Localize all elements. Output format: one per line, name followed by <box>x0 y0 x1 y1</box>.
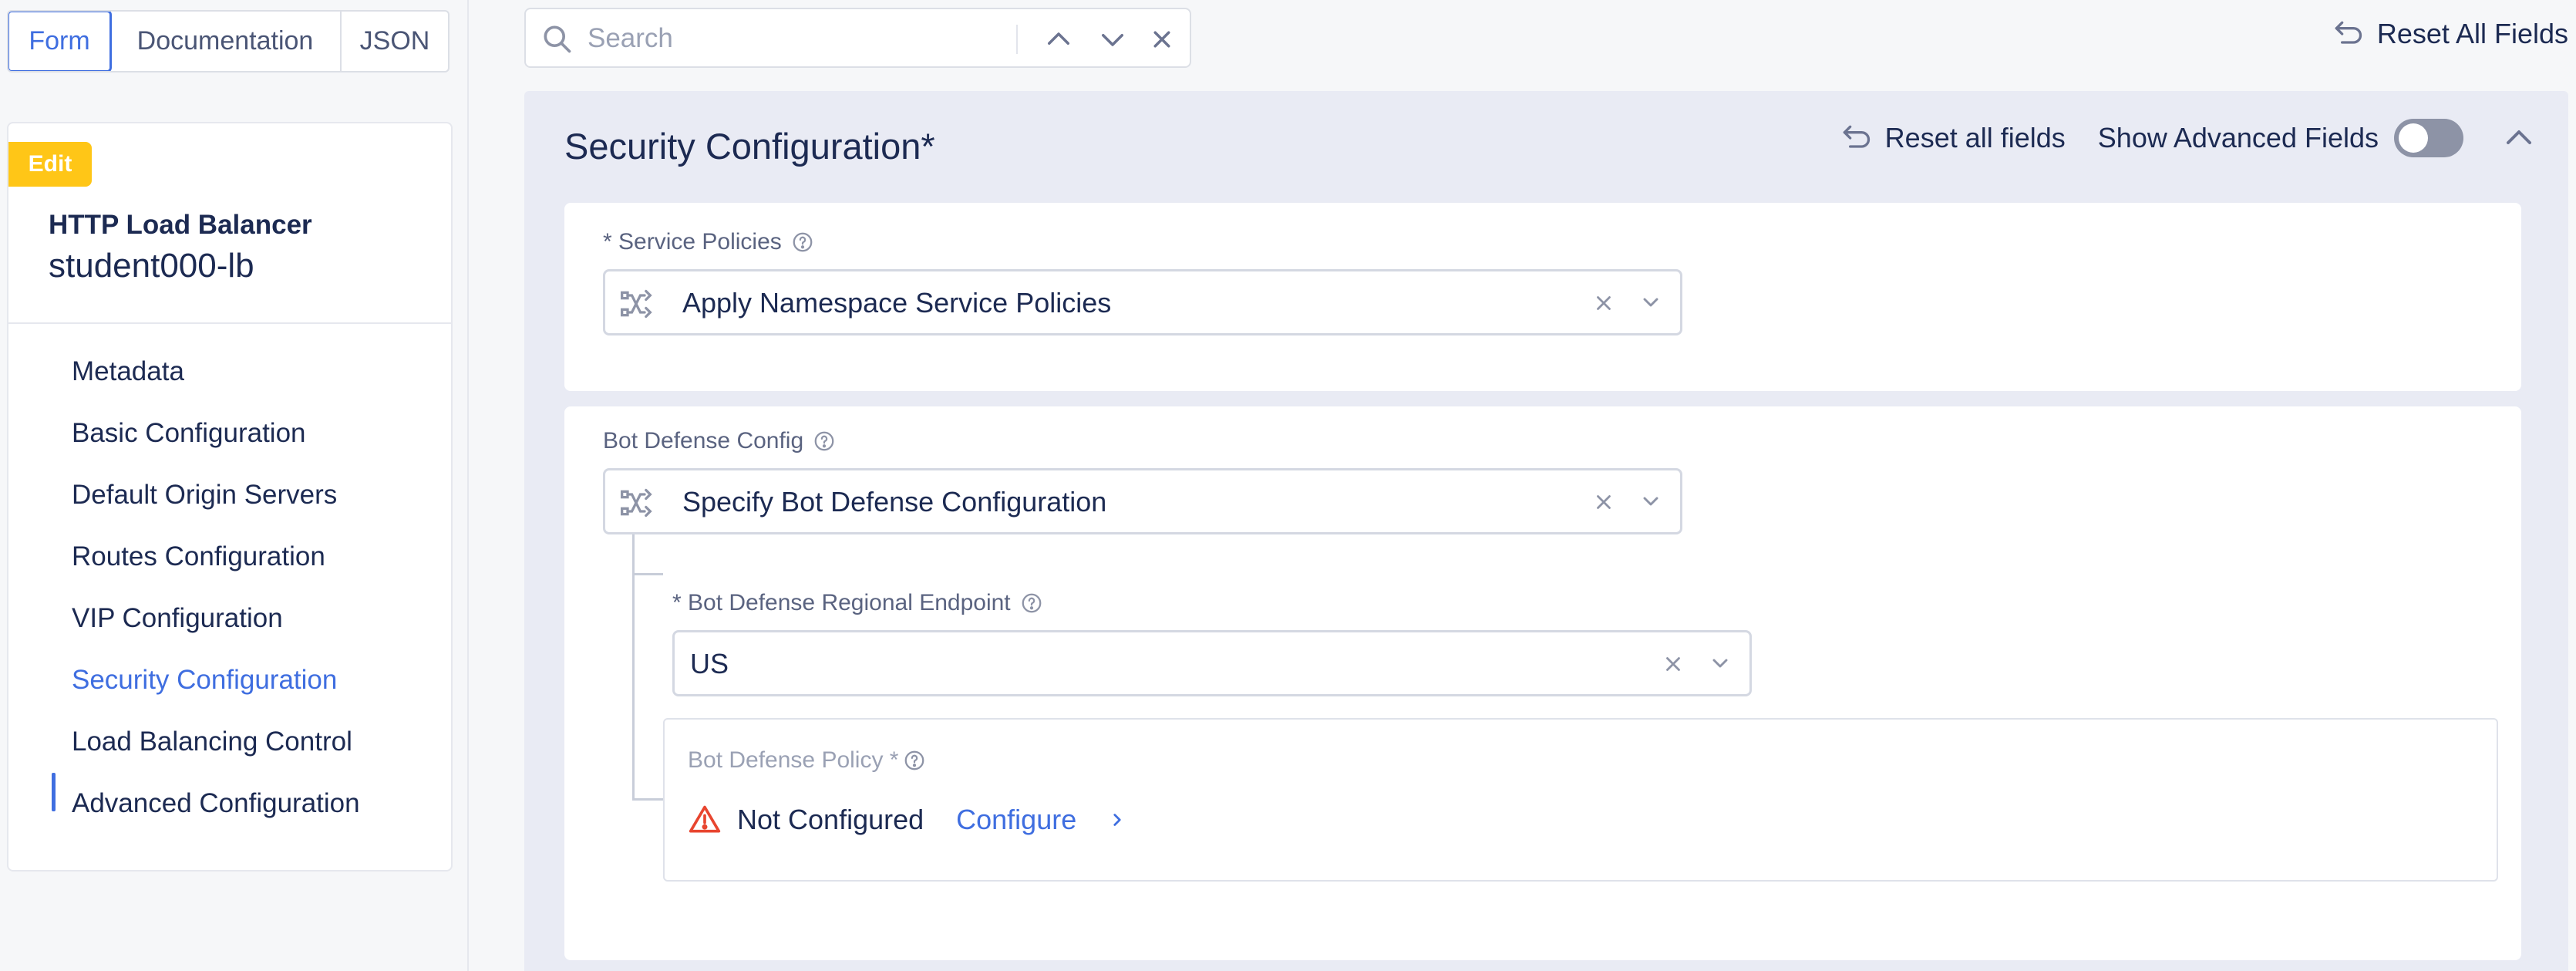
undo-icon <box>2335 21 2362 44</box>
policy-status-row: Not Configured Configure <box>688 803 1127 837</box>
bot-defense-label: Bot Defense Config <box>603 428 804 453</box>
warning-icon <box>689 805 721 833</box>
configure-link[interactable]: Configure <box>956 804 1127 836</box>
chevron-down-icon[interactable] <box>1638 489 1663 514</box>
close-icon[interactable] <box>1146 23 1178 56</box>
help-icon[interactable] <box>813 430 836 453</box>
tree-connector <box>632 573 663 575</box>
view-tabs: Form Documentation JSON <box>7 10 450 72</box>
panel-title-text: Security Configuration <box>564 126 921 167</box>
search-input[interactable] <box>588 20 973 57</box>
policy-label-row: Bot Defense Policy * <box>688 747 926 774</box>
reset-all-fields-label: Reset All Fields <box>2376 18 2568 49</box>
tab-json[interactable]: JSON <box>342 12 448 71</box>
panel-actions: Reset all fields Show Advanced Fields <box>1839 119 2537 157</box>
shuffle-icon <box>621 289 652 319</box>
endpoint-select[interactable]: US <box>672 630 1752 696</box>
policy-status: Not Configured <box>737 804 924 835</box>
object-type: HTTP Load Balancer <box>49 210 312 240</box>
nav-item-advanced-configuration[interactable]: Advanced Configuration <box>72 788 360 819</box>
app-root: Form Documentation JSON Edit HTTP Load B… <box>0 0 2576 971</box>
help-icon[interactable] <box>791 231 814 254</box>
policy-label: Bot Defense Policy * <box>688 747 899 773</box>
nav-item-security-configuration[interactable]: Security Configuration <box>72 665 337 696</box>
chevron-down-icon[interactable] <box>1638 290 1663 315</box>
reset-section-fields-button[interactable]: Reset all fields <box>1839 121 2066 155</box>
nav-item-metadata[interactable]: Metadata <box>72 356 184 387</box>
endpoint-label: * Bot Defense Regional Endpoint <box>672 590 1011 615</box>
undo-icon <box>1843 125 1870 148</box>
bot-defense-label-row: Bot Defense Config <box>603 428 836 454</box>
clear-icon[interactable] <box>1592 292 1615 315</box>
endpoint-label-row: * Bot Defense Regional Endpoint <box>672 590 1043 616</box>
bot-defense-section: Bot Defense Config Specify Bot Defense C… <box>564 406 2521 960</box>
chevron-down-icon[interactable] <box>1708 651 1732 676</box>
shuffle-icon <box>621 488 652 518</box>
clear-icon[interactable] <box>1592 491 1615 514</box>
tree-connector <box>632 798 663 801</box>
help-icon[interactable] <box>903 749 926 772</box>
search-icon <box>544 25 571 53</box>
nav-item-vip-configuration[interactable]: VIP Configuration <box>72 603 283 634</box>
nav-item-basic-configuration[interactable]: Basic Configuration <box>72 418 306 449</box>
nav-active-indicator <box>52 773 56 811</box>
service-policies-value: Apply Namespace Service Policies <box>682 287 1112 319</box>
edit-badge: Edit <box>8 142 92 187</box>
nav-item-load-balancing-control[interactable]: Load Balancing Control <box>72 727 352 757</box>
reset-section-fields-label: Reset all fields <box>1884 122 2066 153</box>
advanced-fields-toggle[interactable] <box>2394 119 2463 157</box>
service-policies-section: * Service Policies Apply Namespace Servi… <box>564 203 2521 391</box>
bot-defense-select[interactable]: Specify Bot Defense Configuration <box>603 468 1682 534</box>
chevron-down-icon[interactable] <box>1096 23 1129 56</box>
reset-all-fields-button[interactable]: Reset All Fields <box>2331 17 2568 51</box>
advanced-fields-label: Show Advanced Fields <box>2097 122 2379 153</box>
search-bar <box>524 8 1191 68</box>
tab-documentation[interactable]: Documentation <box>110 12 342 71</box>
collapse-chevron-up-icon[interactable] <box>2500 120 2537 157</box>
object-name: student000-lb <box>49 247 254 285</box>
panel-title: Security Configuration* <box>564 125 935 167</box>
bot-defense-value: Specify Bot Defense Configuration <box>682 486 1107 518</box>
toggle-knob <box>2399 123 2428 153</box>
nav-item-default-origin-servers[interactable]: Default Origin Servers <box>72 480 337 511</box>
tab-form[interactable]: Form <box>8 12 112 71</box>
bot-defense-policy-box: Bot Defense Policy * Not Configured Conf… <box>663 718 2498 882</box>
security-configuration-panel: Security Configuration* Reset all fields… <box>524 91 2568 971</box>
service-policies-select[interactable]: Apply Namespace Service Policies <box>603 269 1682 335</box>
chevron-up-icon[interactable] <box>1042 23 1075 56</box>
required-mark: * <box>921 126 935 167</box>
left-rail: Form Documentation JSON Edit HTTP Load B… <box>0 0 469 971</box>
endpoint-value: US <box>690 648 729 679</box>
object-card: Edit HTTP Load Balancer student000-lb Me… <box>7 122 453 872</box>
nav-item-routes-configuration[interactable]: Routes Configuration <box>72 541 325 572</box>
service-policies-label-row: * Service Policies <box>603 229 814 255</box>
card-divider <box>8 322 451 324</box>
chevron-right-icon <box>1113 814 1121 826</box>
service-policies-label: * Service Policies <box>603 229 782 255</box>
help-icon[interactable] <box>1020 592 1043 615</box>
clear-icon[interactable] <box>1662 652 1685 676</box>
configure-label: Configure <box>956 804 1077 835</box>
search-divider <box>1016 25 1018 54</box>
